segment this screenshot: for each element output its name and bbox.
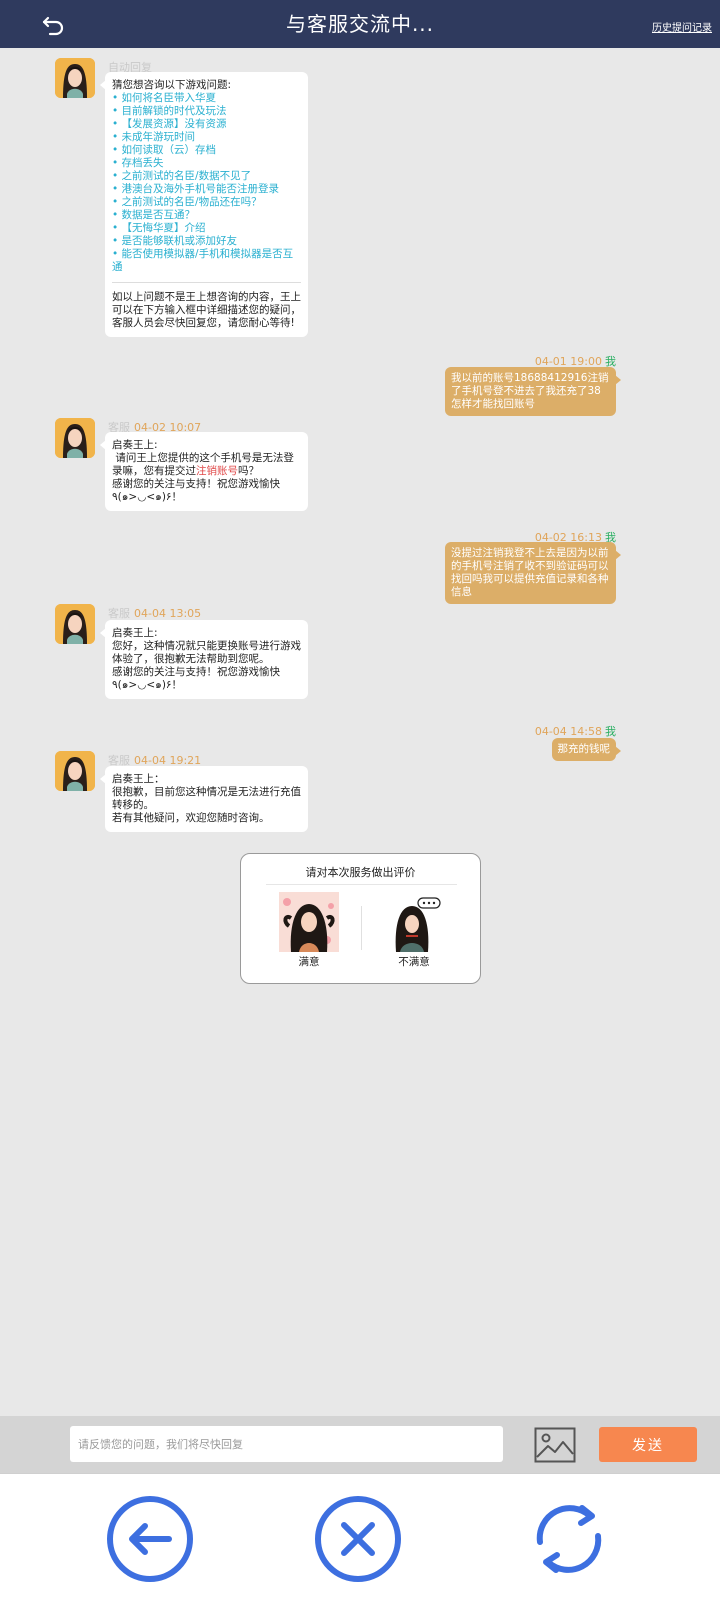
message-input[interactable] [70, 1426, 503, 1462]
top-bar: 与客服交流中... 历史提问记录 [0, 0, 720, 48]
faq-item[interactable]: 数据是否互通？ [112, 209, 301, 222]
message-meta: 客服 04-04 13:05 [108, 605, 201, 621]
faq-item[interactable]: 目前解锁的时代及玩法 [112, 105, 301, 118]
input-bar: 发送 [0, 1416, 720, 1473]
unsatisfied-character-icon [384, 892, 444, 952]
image-upload-button[interactable] [534, 1427, 576, 1463]
send-button[interactable]: 发送 [599, 1427, 697, 1462]
faq-item[interactable]: 之前测试的名臣/数据不见了 [112, 170, 301, 183]
character-avatar-icon [55, 751, 95, 791]
service-message-bubble: 启奏王上： 很抱歉，目前您这种情况是无法进行充值转移的。 若有其他疑问，欢迎您随… [100, 766, 308, 832]
service-avatar [55, 418, 95, 458]
service-avatar [55, 604, 95, 644]
navigation-bar [0, 1473, 720, 1600]
page-title: 与客服交流中... [285, 12, 435, 36]
message-line: 很抱歉，目前您这种情况是无法进行充值转移的。 [112, 786, 301, 811]
message-text: 吗？ [238, 465, 259, 477]
nav-refresh-button[interactable] [524, 1494, 614, 1584]
character-avatar-icon [55, 604, 95, 644]
message-line: 启奏王上： [112, 773, 165, 785]
faq-list: 如何将名臣带入华夏 目前解锁的时代及玩法 【发展资源】没有资源 未成年游玩时间 … [112, 92, 301, 274]
divider [361, 906, 362, 950]
service-message-bubble: 启奏王上: 请问王上您提供的这个手机号是无法登录嘛，您有提交过注销账号吗？ 感谢… [100, 432, 308, 511]
service-avatar [55, 751, 95, 791]
faq-item[interactable]: 之前测试的名臣/物品还在吗？ [112, 196, 301, 209]
sender-me: 我 [605, 725, 616, 738]
divider [266, 884, 457, 885]
message-meta: 04-04 14:58 我 [535, 723, 616, 739]
message-line: 启奏王上: [112, 627, 158, 639]
nav-close-button[interactable] [313, 1494, 403, 1584]
rating-card: 请对本次服务做出评价 满意 不满意 [240, 853, 481, 984]
message-time: 04-04 14:58 [534, 725, 602, 738]
nav-back-button[interactable] [105, 1494, 195, 1584]
message-line: 启奏王上: [112, 439, 158, 451]
close-circle-icon [315, 1496, 401, 1582]
service-message-bubble: 启奏王上: 您好，这种情况就只能更换账号进行游戏体验了，很抱歉无法帮助到您呢。 … [100, 620, 308, 699]
faq-item[interactable]: 是否能够联机或添加好友 [112, 235, 301, 248]
refresh-icon [536, 1505, 602, 1573]
message-line: 感谢您的关注与支持！祝您游戏愉快٩(๑>◡<๑)۶！ [112, 666, 280, 691]
auto-reply-intro: 猜您想咨询以下游戏问题: [112, 79, 232, 91]
cancel-account-link[interactable]: 注销账号 [196, 465, 238, 477]
faq-item[interactable]: 【无悔华夏】介绍 [112, 222, 301, 235]
message-line: 您好，这种情况就只能更换账号进行游戏体验了，很抱歉无法帮助到您呢。 [112, 640, 301, 665]
faq-item[interactable]: 存档丢失 [112, 157, 301, 170]
history-link[interactable]: 历史提问记录 [652, 19, 712, 34]
character-avatar-icon [55, 58, 95, 98]
character-avatar-icon [55, 418, 95, 458]
sender-service: 客服 [108, 607, 130, 620]
rating-title: 请对本次服务做出评价 [305, 866, 416, 879]
back-arrow-icon [42, 16, 64, 36]
user-message-bubble: 那充的钱呢 [551, 738, 621, 761]
unsatisfied-option[interactable]: 不满意 [382, 892, 446, 969]
auto-reply-footer: 如以上问题不是王上想咨询的内容，王上可以在下方输入框中详细描述您的疑问，客服人员… [112, 291, 301, 329]
user-message-bubble: 没提过注销我登不上去是因为以前的手机号注销了收不到验证码可以找回吗我可以提供充值… [445, 542, 621, 604]
divider [112, 282, 301, 283]
faq-item[interactable]: 能否使用模拟器/手机和模拟器是否互通 [112, 248, 301, 274]
user-message-bubble: 我以前的账号18688412916注销了手机号登不进去了我还充了38怎样才能找回… [445, 367, 621, 416]
unsatisfied-label: 不满意 [398, 956, 430, 968]
faq-item[interactable]: 港澳台及海外手机号能否注册登录 [112, 183, 301, 196]
message-time: 04-04 13:05 [134, 607, 202, 620]
message-line: 若有其他疑问，欢迎您随时咨询。 [112, 812, 270, 824]
auto-reply-bubble: 猜您想咨询以下游戏问题: 如何将名臣带入华夏 目前解锁的时代及玩法 【发展资源】… [100, 72, 308, 337]
image-icon [534, 1427, 576, 1463]
satisfied-label: 满意 [298, 956, 320, 968]
arrow-left-circle-icon [107, 1496, 193, 1582]
message-line: 请问王上您提供的这个手机号是无法登录嘛，您有提交过注销账号吗？ [112, 452, 301, 478]
back-button[interactable] [38, 10, 70, 40]
satisfied-option[interactable]: 满意 [277, 892, 341, 969]
faq-item[interactable]: 【发展资源】没有资源 [112, 118, 301, 131]
message-line: 感谢您的关注与支持！祝您游戏愉快٩(๑>◡<๑)۶！ [112, 478, 280, 503]
faq-item[interactable]: 如何将名臣带入华夏 [112, 92, 301, 105]
satisfied-character-icon [279, 892, 339, 952]
faq-item[interactable]: 未成年游玩时间 [112, 131, 301, 144]
chat-area[interactable]: 自动回复 猜您想咨询以下游戏问题: 如何将名臣带入华夏 目前解锁的时代及玩法 【… [0, 48, 720, 1416]
faq-item[interactable]: 如何读取（云）存档 [112, 144, 301, 157]
service-avatar [55, 58, 95, 98]
